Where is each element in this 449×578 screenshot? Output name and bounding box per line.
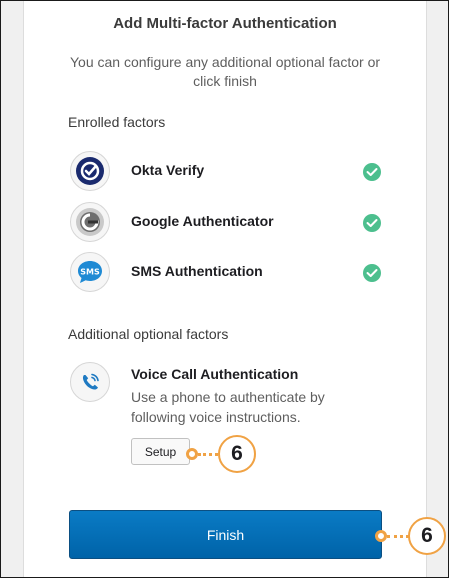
setup-step-badge: 6 (218, 435, 256, 473)
factor-name: SMS Authentication (131, 263, 263, 279)
page-subtitle: You can configure any additional optiona… (69, 54, 381, 89)
factor-name: Google Authenticator (131, 213, 274, 229)
factor-row-sms: SMS SMS Authentication (68, 252, 388, 296)
google-authenticator-icon (70, 202, 110, 242)
finish-step-badge: 6 (408, 517, 446, 555)
screenshot-frame: Add Multi-factor Authentication You can … (0, 0, 449, 578)
factor-row-google-authenticator: Google Authenticator (68, 202, 388, 246)
voice-call-description: Use a phone to authenticate by following… (131, 389, 325, 425)
callout-dot (375, 530, 387, 542)
sms-icon: SMS (70, 252, 110, 292)
factor-row-okta-verify: Okta Verify (68, 151, 388, 195)
enrolled-check-icon (363, 163, 381, 181)
factor-name: Okta Verify (131, 162, 205, 178)
callout-dot (186, 448, 198, 460)
callout-connector (387, 535, 409, 538)
voice-call-name: Voice Call Authentication (131, 366, 299, 382)
enrolled-check-icon (363, 264, 381, 282)
voice-call-setup-button[interactable]: Setup (131, 438, 190, 465)
mfa-card: Add Multi-factor Authentication You can … (23, 1, 427, 577)
callout-connector (198, 453, 218, 456)
okta-verify-icon (70, 151, 110, 191)
enrolled-check-icon (363, 214, 381, 232)
svg-text:SMS: SMS (80, 268, 100, 277)
page-title: Add Multi-factor Authentication (113, 15, 337, 32)
optional-factors-heading: Additional optional factors (68, 326, 229, 342)
voice-call-icon (70, 362, 110, 402)
enrolled-factors-heading: Enrolled factors (68, 114, 166, 130)
finish-button[interactable]: Finish (69, 510, 382, 559)
